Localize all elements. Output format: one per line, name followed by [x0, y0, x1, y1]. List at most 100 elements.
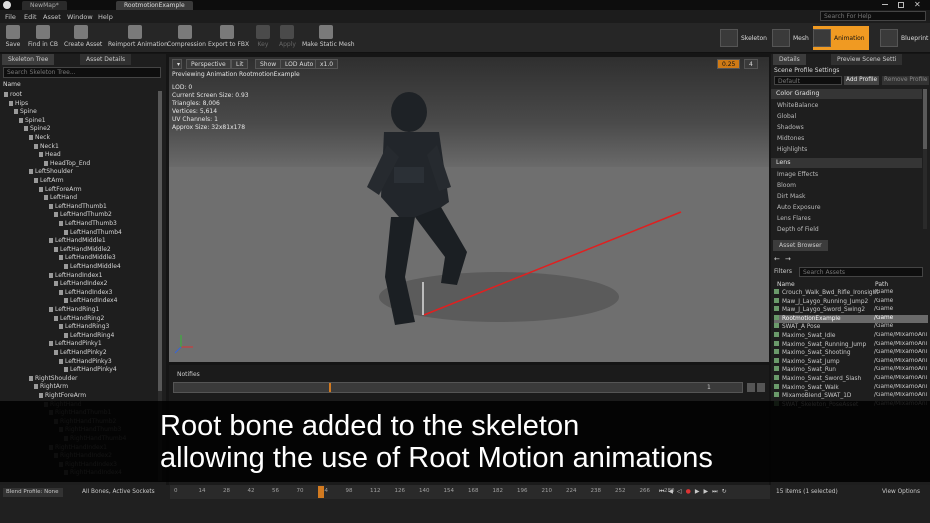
prop-dirt-mask[interactable]: Dirt Mask	[777, 193, 805, 200]
prop-shadows[interactable]: Shadows	[777, 124, 804, 131]
viewport-menu-button[interactable]: ▾	[172, 59, 182, 69]
maximize-icon[interactable]	[898, 2, 904, 8]
bone-row[interactable]: LeftHandPinky3	[59, 358, 112, 367]
bone-row[interactable]: LeftHandThumb3	[59, 220, 117, 229]
menu-edit[interactable]: Edit	[24, 13, 37, 21]
prop-highlights[interactable]: Highlights	[777, 146, 807, 153]
asset-row[interactable]: Maximo_Swat_Run/Game/MixamoAni	[774, 366, 928, 375]
prop-bloom[interactable]: Bloom	[777, 182, 796, 189]
loop-icon[interactable]: ↻	[722, 488, 727, 497]
asset-row[interactable]: Maximo_Swat_Walk/Game/MixamoAni	[774, 383, 928, 393]
timeline-playhead[interactable]	[318, 486, 324, 498]
bone-row[interactable]: LeftHandIndex1	[49, 272, 102, 281]
remove-profile-button[interactable]: Remove Profile	[882, 76, 930, 85]
prop-depth-of-field[interactable]: Depth of Field	[777, 226, 819, 233]
scene-profile-select[interactable]: Default	[774, 76, 842, 85]
play-reverse-icon[interactable]: ◁	[677, 488, 682, 497]
bone-row[interactable]: Spine	[14, 108, 37, 117]
bone-row[interactable]: LeftHandRing3	[59, 323, 109, 332]
lit-button[interactable]: Lit	[231, 59, 249, 69]
bone-row[interactable]: Spine2	[24, 125, 51, 134]
tab-asset-details[interactable]: Asset Details	[80, 54, 132, 65]
bone-row[interactable]: LeftHandRing2	[54, 315, 104, 324]
asset-row[interactable]: Crouch_Walk_Bwd_Rifle_Ironsight/Game	[774, 289, 928, 298]
bone-row[interactable]: LeftHandMiddle4	[64, 263, 121, 272]
bone-row[interactable]: LeftHandPinky4	[64, 366, 117, 375]
asset-row[interactable]: Maximo_Swat_Jump/Game/MixamoAni	[774, 357, 928, 367]
menu-asset[interactable]: Asset	[43, 13, 61, 21]
asset-search-input[interactable]: Search Assets	[799, 267, 923, 277]
save-button[interactable]: Save	[5, 25, 21, 51]
compression-button[interactable]: Compression	[167, 25, 206, 51]
to-end-icon[interactable]: ⏭	[712, 488, 717, 497]
asset-row[interactable]: Maximo_Swat_Shooting/Game/MixamoAni	[774, 349, 928, 358]
tab-details[interactable]: Details	[773, 54, 806, 65]
tab-preview-scene[interactable]: Preview Scene Setti	[831, 54, 903, 65]
asset-row[interactable]: Maw_J_Laygo_Sword_Swing2/Game	[774, 306, 928, 315]
tab-newmap[interactable]: NewMap*	[22, 1, 67, 10]
track-left-arrow-icon[interactable]	[747, 383, 755, 392]
bone-row[interactable]: Neck	[29, 134, 50, 143]
bone-row[interactable]: LeftForeArm	[39, 186, 82, 195]
asset-row[interactable]: RootmotionExample/Game	[774, 314, 928, 324]
mode-blueprint[interactable]: Blueprint	[880, 26, 928, 50]
menu-file[interactable]: File	[5, 13, 16, 21]
mode-mesh[interactable]: Mesh	[772, 26, 809, 50]
bone-row[interactable]: root	[4, 91, 22, 100]
forward-arrow-icon[interactable]: →	[785, 255, 791, 263]
bone-row[interactable]: LeftHandMiddle3	[59, 254, 116, 263]
bone-row[interactable]: Spine1	[19, 117, 46, 126]
asset-row[interactable]: Maximo_Swat_Sword_Slash/Game/MixamoAni	[774, 375, 928, 384]
mode-animation[interactable]: Animation	[813, 26, 869, 50]
bone-row[interactable]: Head	[39, 151, 61, 160]
filters-button[interactable]: Filters	[774, 268, 792, 275]
prop-auto-exposure[interactable]: Auto Exposure	[777, 204, 821, 211]
bone-row[interactable]: RightArm	[34, 383, 68, 392]
prop-whitebalance[interactable]: WhiteBalance	[777, 102, 818, 109]
apply-button[interactable]: Apply	[279, 25, 296, 51]
tab-skeleton-tree[interactable]: Skeleton Tree	[2, 54, 55, 65]
bone-filter-button[interactable]: All Bones, Active Sockets	[82, 489, 155, 495]
playback-speed-button[interactable]: x1.0	[315, 59, 339, 69]
step-back-icon[interactable]: ◀	[668, 488, 673, 497]
bone-row[interactable]: LeftHandMiddle2	[54, 246, 111, 255]
bone-row[interactable]: LeftHandPinky1	[49, 340, 102, 349]
create-asset-button[interactable]: Create Asset	[64, 25, 102, 51]
minimize-icon[interactable]	[882, 4, 888, 5]
bone-row[interactable]: LeftHandIndex2	[54, 280, 107, 289]
bone-row[interactable]: LeftHandThumb4	[64, 229, 122, 238]
bone-row[interactable]: LeftHand	[44, 194, 77, 203]
menu-window[interactable]: Window	[67, 13, 93, 21]
make-static-mesh-button[interactable]: Make Static Mesh	[302, 25, 355, 51]
play-icon[interactable]: ▶	[695, 488, 700, 497]
mode-skeleton[interactable]: Skeleton	[720, 26, 767, 50]
back-arrow-icon[interactable]: ←	[774, 255, 780, 263]
camera-speed-value[interactable]: 4	[744, 59, 758, 69]
bone-row[interactable]: Neck1	[34, 143, 59, 152]
bone-row[interactable]: LeftHandThumb1	[49, 203, 107, 212]
bone-row[interactable]: RightShoulder	[29, 375, 78, 384]
help-search-input[interactable]: Search For Help	[820, 11, 926, 21]
tab-asset-browser[interactable]: Asset Browser	[773, 240, 828, 251]
bone-row[interactable]: HeadTop_End	[44, 160, 90, 169]
lod-button[interactable]: LOD Auto	[280, 59, 319, 69]
asset-row[interactable]: Maximo_Swat_Idle/Game/MixamoAni	[774, 332, 928, 341]
bone-row[interactable]: LeftHandMiddle1	[49, 237, 106, 246]
add-profile-button[interactable]: Add Profile	[844, 76, 880, 85]
prop-lens-flares[interactable]: Lens Flares	[777, 215, 811, 222]
prop-global[interactable]: Global	[777, 113, 796, 120]
find-in-cb-button[interactable]: Find in CB	[28, 25, 58, 51]
view-options-button[interactable]: View Options	[882, 489, 920, 495]
to-start-icon[interactable]: ⏮	[659, 488, 664, 497]
key-button[interactable]: Key	[256, 25, 270, 51]
bone-row[interactable]: LeftHandRing4	[64, 332, 114, 341]
bone-row[interactable]: LeftHandIndex3	[59, 289, 112, 298]
asset-row[interactable]: SWAT_A Pose/Game	[774, 323, 928, 332]
bone-row[interactable]: LeftArm	[34, 177, 64, 186]
details-scrollbar[interactable]	[923, 89, 927, 229]
reimport-animation-button[interactable]: Reimport Animation	[108, 25, 168, 51]
grid-snap-value[interactable]: 0.25	[717, 59, 741, 69]
asset-row[interactable]: MixamoBlend_SWAT_1D/Game/MixamoAni	[774, 392, 928, 401]
prop-image-effects[interactable]: Image Effects	[777, 171, 818, 178]
blend-profile-select[interactable]: Blend Profile: None	[3, 488, 63, 497]
